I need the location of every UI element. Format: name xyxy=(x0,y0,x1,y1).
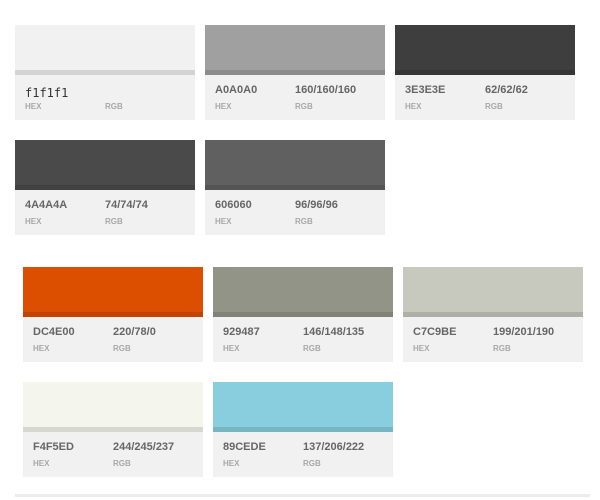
swatch-edge xyxy=(205,185,385,190)
hex-value: 3E3E3E xyxy=(405,84,446,96)
color-swatch xyxy=(395,25,575,75)
hex-label: HEX xyxy=(405,102,422,111)
swatch-edge xyxy=(15,70,195,75)
swatch-edge xyxy=(213,427,393,432)
swatch-card: 929487 146/148/135 HEX RGB xyxy=(213,267,393,362)
swatch-card: DC4E00 220/78/0 HEX RGB xyxy=(23,267,203,362)
swatch-edge xyxy=(395,70,575,75)
swatch-card: 4A4A4A 74/74/74 HEX RGB xyxy=(15,140,195,235)
rgb-label: RGB xyxy=(303,459,321,468)
hex-value: 929487 xyxy=(223,326,260,338)
swatch-edge xyxy=(403,312,583,317)
hex-label: HEX xyxy=(223,344,240,353)
swatch-card: f1f1f1 HEX RGB xyxy=(15,25,195,120)
color-swatch xyxy=(15,140,195,190)
hex-value: C7C9BE xyxy=(413,326,457,338)
hex-value: 606060 xyxy=(215,199,252,211)
hex-value: 89CEDE xyxy=(223,441,266,453)
rgb-value: 146/148/135 xyxy=(303,326,365,338)
swatch-card: C7C9BE 199/201/190 HEX RGB xyxy=(403,267,583,362)
swatch-edge xyxy=(23,427,203,432)
swatch-edge xyxy=(23,312,203,317)
color-swatch xyxy=(403,267,583,317)
rgb-value: 199/201/190 xyxy=(493,326,555,338)
color-swatch xyxy=(205,140,385,190)
hex-label: HEX xyxy=(413,344,430,353)
color-swatch xyxy=(205,25,385,75)
rgb-label: RGB xyxy=(113,344,131,353)
divider xyxy=(15,494,590,497)
rgb-label: RGB xyxy=(485,102,503,111)
rgb-label: RGB xyxy=(295,217,313,226)
rgb-label: RGB xyxy=(105,102,123,111)
rgb-label: RGB xyxy=(303,344,321,353)
hex-value: A0A0A0 xyxy=(215,84,258,96)
color-swatch xyxy=(213,267,393,317)
swatch-edge xyxy=(213,312,393,317)
hex-label: HEX xyxy=(25,217,42,226)
swatch-card: 606060 96/96/96 HEX RGB xyxy=(205,140,385,235)
rgb-value: 74/74/74 xyxy=(105,199,148,211)
swatch-card: 3E3E3E 62/62/62 HEX RGB xyxy=(395,25,575,120)
swatch-card: 89CEDE 137/206/222 HEX RGB xyxy=(213,382,393,477)
rgb-value: 62/62/62 xyxy=(485,84,528,96)
hex-value: f1f1f1 xyxy=(25,86,69,100)
rgb-label: RGB xyxy=(295,102,313,111)
hex-label: HEX xyxy=(33,459,50,468)
rgb-label: RGB xyxy=(105,217,123,226)
color-swatch xyxy=(213,382,393,432)
swatch-card: F4F5ED 244/245/237 HEX RGB xyxy=(23,382,203,477)
hex-value: 4A4A4A xyxy=(25,199,68,211)
color-swatch xyxy=(23,267,203,317)
rgb-value: 96/96/96 xyxy=(295,199,338,211)
color-swatch xyxy=(15,25,195,75)
swatch-edge xyxy=(15,185,195,190)
hex-value: DC4E00 xyxy=(33,326,75,338)
hex-label: HEX xyxy=(25,102,42,111)
swatch-edge xyxy=(205,70,385,75)
swatch-card: A0A0A0 160/160/160 HEX RGB xyxy=(205,25,385,120)
rgb-value: 220/78/0 xyxy=(113,326,156,338)
hex-label: HEX xyxy=(215,217,232,226)
hex-label: HEX xyxy=(215,102,232,111)
color-swatch xyxy=(23,382,203,432)
rgb-label: RGB xyxy=(493,344,511,353)
hex-value: F4F5ED xyxy=(33,441,74,453)
rgb-label: RGB xyxy=(113,459,131,468)
rgb-value: 244/245/237 xyxy=(113,441,175,453)
rgb-value: 160/160/160 xyxy=(295,84,357,96)
hex-label: HEX xyxy=(33,344,50,353)
hex-label: HEX xyxy=(223,459,240,468)
rgb-value: 137/206/222 xyxy=(303,441,365,453)
